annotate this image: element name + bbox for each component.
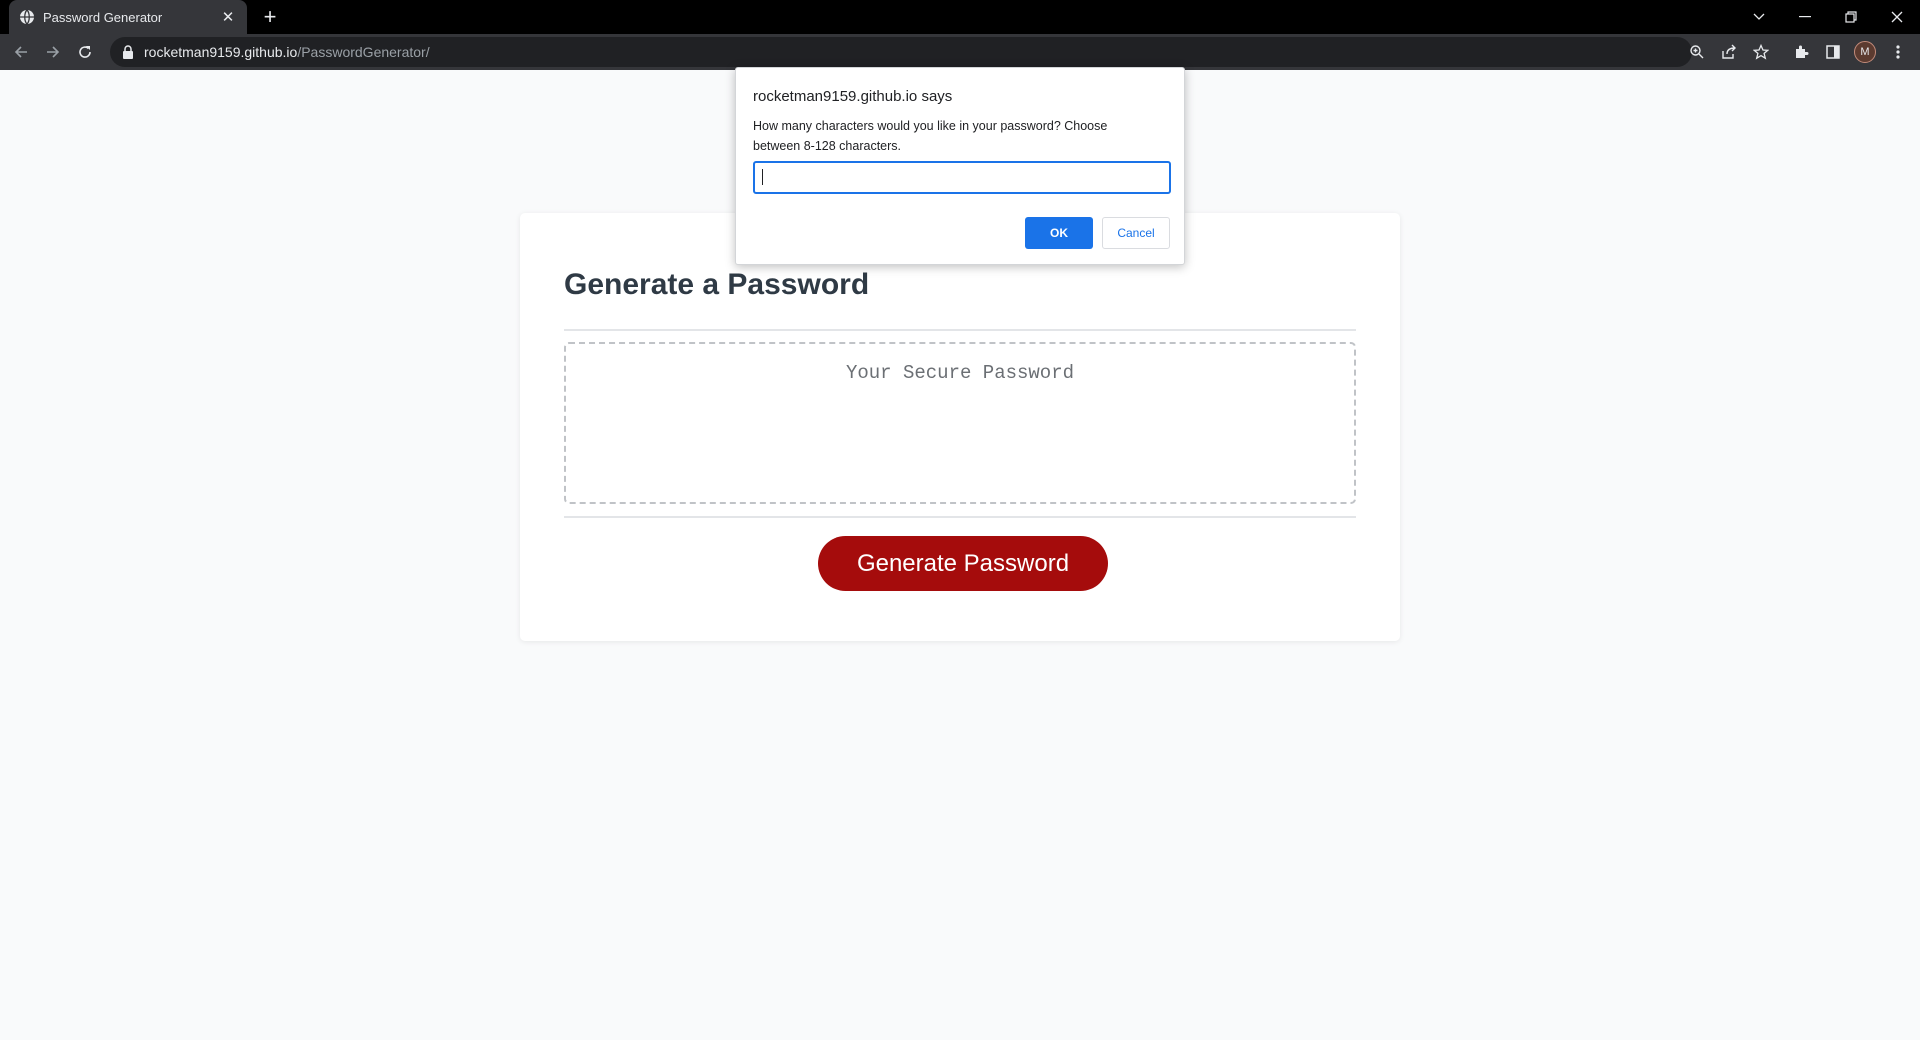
url-host: rocketman9159.github.io bbox=[144, 44, 298, 60]
password-output[interactable]: Your Secure Password bbox=[564, 342, 1356, 504]
back-icon[interactable] bbox=[9, 40, 33, 64]
dialog-title: rocketman9159.github.io says bbox=[753, 88, 953, 105]
browser-tab[interactable]: Password Generator ✕ bbox=[9, 0, 247, 34]
ok-button[interactable]: OK bbox=[1025, 217, 1093, 249]
forward-icon[interactable] bbox=[41, 40, 65, 64]
page-title: Generate a Password bbox=[564, 268, 870, 301]
cancel-button[interactable]: Cancel bbox=[1102, 217, 1170, 249]
address-bar[interactable]: rocketman9159.github.io/PasswordGenerato… bbox=[110, 37, 1692, 67]
prompt-dialog: rocketman9159.github.io says How many ch… bbox=[735, 67, 1185, 265]
zoom-icon[interactable] bbox=[1685, 40, 1709, 64]
password-placeholder: Your Secure Password bbox=[845, 362, 1075, 384]
new-tab-button[interactable]: + bbox=[258, 4, 282, 29]
divider-top bbox=[564, 329, 1356, 331]
tab-bar: Password Generator ✕ + bbox=[0, 0, 1920, 34]
password-card: Generate a Password Your Secure Password… bbox=[520, 213, 1400, 641]
url-text: rocketman9159.github.io/PasswordGenerato… bbox=[144, 44, 430, 60]
menu-kebab-icon[interactable] bbox=[1886, 40, 1910, 64]
extensions-icon[interactable] bbox=[1789, 40, 1813, 64]
restore-icon[interactable] bbox=[1828, 0, 1874, 34]
minimize-icon[interactable] bbox=[1782, 0, 1828, 34]
share-icon[interactable] bbox=[1717, 40, 1741, 64]
profile-avatar[interactable]: M bbox=[1854, 41, 1876, 63]
bookmark-star-icon[interactable] bbox=[1749, 40, 1773, 64]
divider-bottom bbox=[564, 516, 1356, 518]
close-window-icon[interactable] bbox=[1874, 0, 1920, 34]
lock-icon[interactable] bbox=[122, 45, 134, 59]
tab-search-icon[interactable] bbox=[1736, 0, 1782, 34]
side-panel-icon[interactable] bbox=[1821, 40, 1845, 64]
dialog-message: How many characters would you like in yo… bbox=[753, 119, 1108, 153]
tab-close-icon[interactable]: ✕ bbox=[219, 8, 237, 26]
url-path: /PasswordGenerator/ bbox=[297, 44, 430, 60]
browser-toolbar: rocketman9159.github.io/PasswordGenerato… bbox=[0, 34, 1920, 70]
generate-password-button[interactable]: Generate Password bbox=[818, 536, 1108, 591]
password-length-input[interactable] bbox=[753, 161, 1171, 194]
globe-icon bbox=[19, 9, 35, 25]
text-caret bbox=[762, 169, 763, 185]
reload-icon[interactable] bbox=[73, 40, 97, 64]
tab-title: Password Generator bbox=[43, 9, 163, 25]
